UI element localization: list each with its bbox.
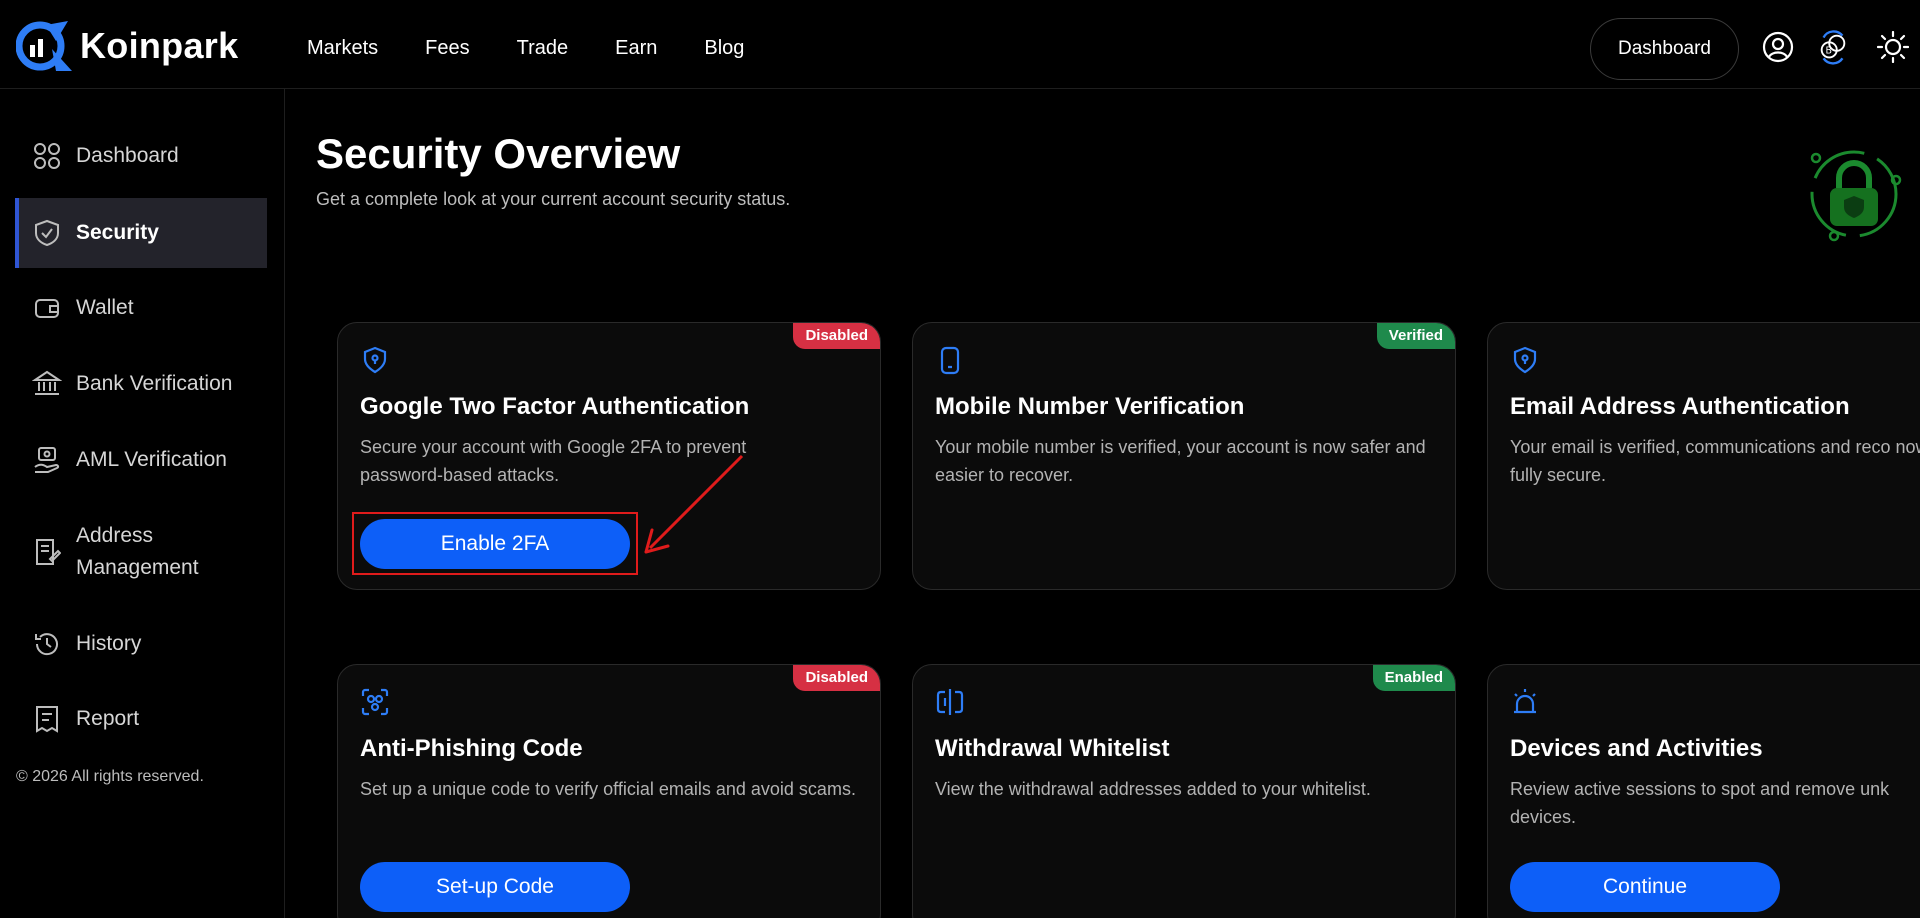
koinpark-logo-icon	[16, 21, 72, 71]
nav-trade[interactable]: Trade	[517, 37, 569, 60]
card-title: Anti-Phishing Code	[360, 735, 583, 762]
nav-earn[interactable]: Earn	[615, 37, 657, 60]
alarm-siren-icon	[1514, 689, 1536, 714]
annotation-arrow-icon	[644, 454, 744, 554]
grid-icon	[32, 141, 62, 171]
sidebar-item-aml-verification[interactable]: AML Verification	[15, 437, 267, 483]
nav-blog[interactable]: Blog	[704, 37, 744, 60]
bank-icon	[32, 369, 62, 399]
status-badge: Disabled	[793, 665, 880, 691]
sidebar-item-label: Address Management	[76, 524, 199, 579]
currency-exchange-icon[interactable]: B	[1816, 30, 1850, 65]
card-title: Devices and Activities	[1510, 735, 1763, 762]
report-icon	[32, 704, 62, 734]
card-description: Your email is verified, communications a…	[1510, 437, 1920, 485]
face-scan-icon	[361, 688, 389, 716]
card-anti-phishing: Disabled Anti-Phishing Code Set up a uni…	[337, 664, 881, 918]
sidebar-item-label: AML Verification	[76, 448, 227, 471]
brand-logo[interactable]: Koinpark	[16, 19, 238, 73]
sidebar-item-address-management[interactable]: Address Management	[15, 520, 267, 584]
card-withdrawal-whitelist: Enabled Withdrawal Whitelist View the wi…	[912, 664, 1456, 918]
sidebar-item-label: Bank Verification	[76, 372, 233, 395]
sidebar-item-dashboard[interactable]: Dashboard	[15, 133, 267, 179]
card-mobile-verification: Verified Mobile Number Verification Your…	[912, 322, 1456, 590]
app-window: Koinpark Markets Fees Trade Earn Blog Da…	[0, 0, 1920, 918]
sidebar-item-label: History	[76, 632, 142, 655]
card-description: View the withdrawal addresses added to y…	[935, 779, 1371, 799]
card-description: Set up a unique code to verify official …	[360, 779, 856, 799]
status-badge: Disabled	[793, 323, 880, 349]
card-devices-activities: Devices and Activities Review active ses…	[1487, 664, 1920, 918]
card-description: Review active sessions to spot and remov…	[1510, 779, 1890, 827]
theme-toggle-icon[interactable]	[1876, 30, 1910, 64]
page-subtitle: Get a complete look at your current acco…	[316, 189, 791, 209]
mobile-phone-icon	[940, 346, 960, 375]
sidebar-item-label: Report	[76, 707, 140, 730]
nav-fees[interactable]: Fees	[425, 37, 469, 60]
status-badge: Enabled	[1372, 665, 1455, 691]
history-icon	[32, 629, 62, 659]
address-icon	[32, 537, 62, 567]
sidebar-item-label: Wallet	[76, 296, 134, 319]
withdrawal-icon	[936, 689, 964, 715]
top-bar: Koinpark Markets Fees Trade Earn Blog Da…	[0, 0, 1920, 89]
sidebar-item-label: Dashboard	[76, 144, 179, 167]
copyright: © 2026 All rights reserved.	[16, 768, 204, 785]
user-icon[interactable]	[1761, 30, 1795, 64]
wallet-icon	[32, 293, 62, 323]
sidebar-item-wallet[interactable]: Wallet	[15, 285, 267, 331]
sidebar-item-label: Security	[76, 221, 159, 244]
shield-icon	[32, 218, 62, 248]
sidebar-item-security[interactable]: Security	[15, 198, 267, 268]
sidebar-item-report[interactable]: Report	[15, 696, 267, 742]
continue-button[interactable]: Continue	[1510, 862, 1780, 912]
dashboard-button[interactable]: Dashboard	[1590, 18, 1739, 80]
highlight-box	[352, 512, 638, 575]
brand-name: Koinpark	[80, 25, 239, 66]
sidebar-item-bank-verification[interactable]: Bank Verification	[15, 361, 267, 407]
status-badge: Verified	[1376, 323, 1455, 349]
card-title: Email Address Authentication	[1510, 393, 1850, 420]
svg-text:B: B	[1825, 46, 1831, 57]
main-nav: Markets Fees Trade Earn Blog	[307, 37, 744, 60]
page-title: Security Overview	[316, 130, 681, 177]
sidebar: Dashboard Security Wallet Bank Verificat…	[0, 89, 285, 918]
sidebar-item-history[interactable]: History	[15, 621, 267, 667]
card-title: Withdrawal Whitelist	[935, 735, 1170, 762]
shield-lock-icon	[363, 346, 387, 374]
nav-markets[interactable]: Markets	[307, 37, 378, 60]
card-description: Your mobile number is verified, your acc…	[935, 437, 1426, 485]
shield-lock-icon	[1513, 346, 1537, 374]
set-up-code-button[interactable]: Set-up Code	[360, 862, 630, 912]
card-email-authentication: Email Address Authentication Your email …	[1487, 322, 1920, 590]
security-lock-illustration-icon	[1810, 150, 1902, 242]
card-title: Mobile Number Verification	[935, 393, 1245, 420]
aml-icon	[32, 445, 62, 475]
card-title: Google Two Factor Authentication	[360, 393, 750, 420]
